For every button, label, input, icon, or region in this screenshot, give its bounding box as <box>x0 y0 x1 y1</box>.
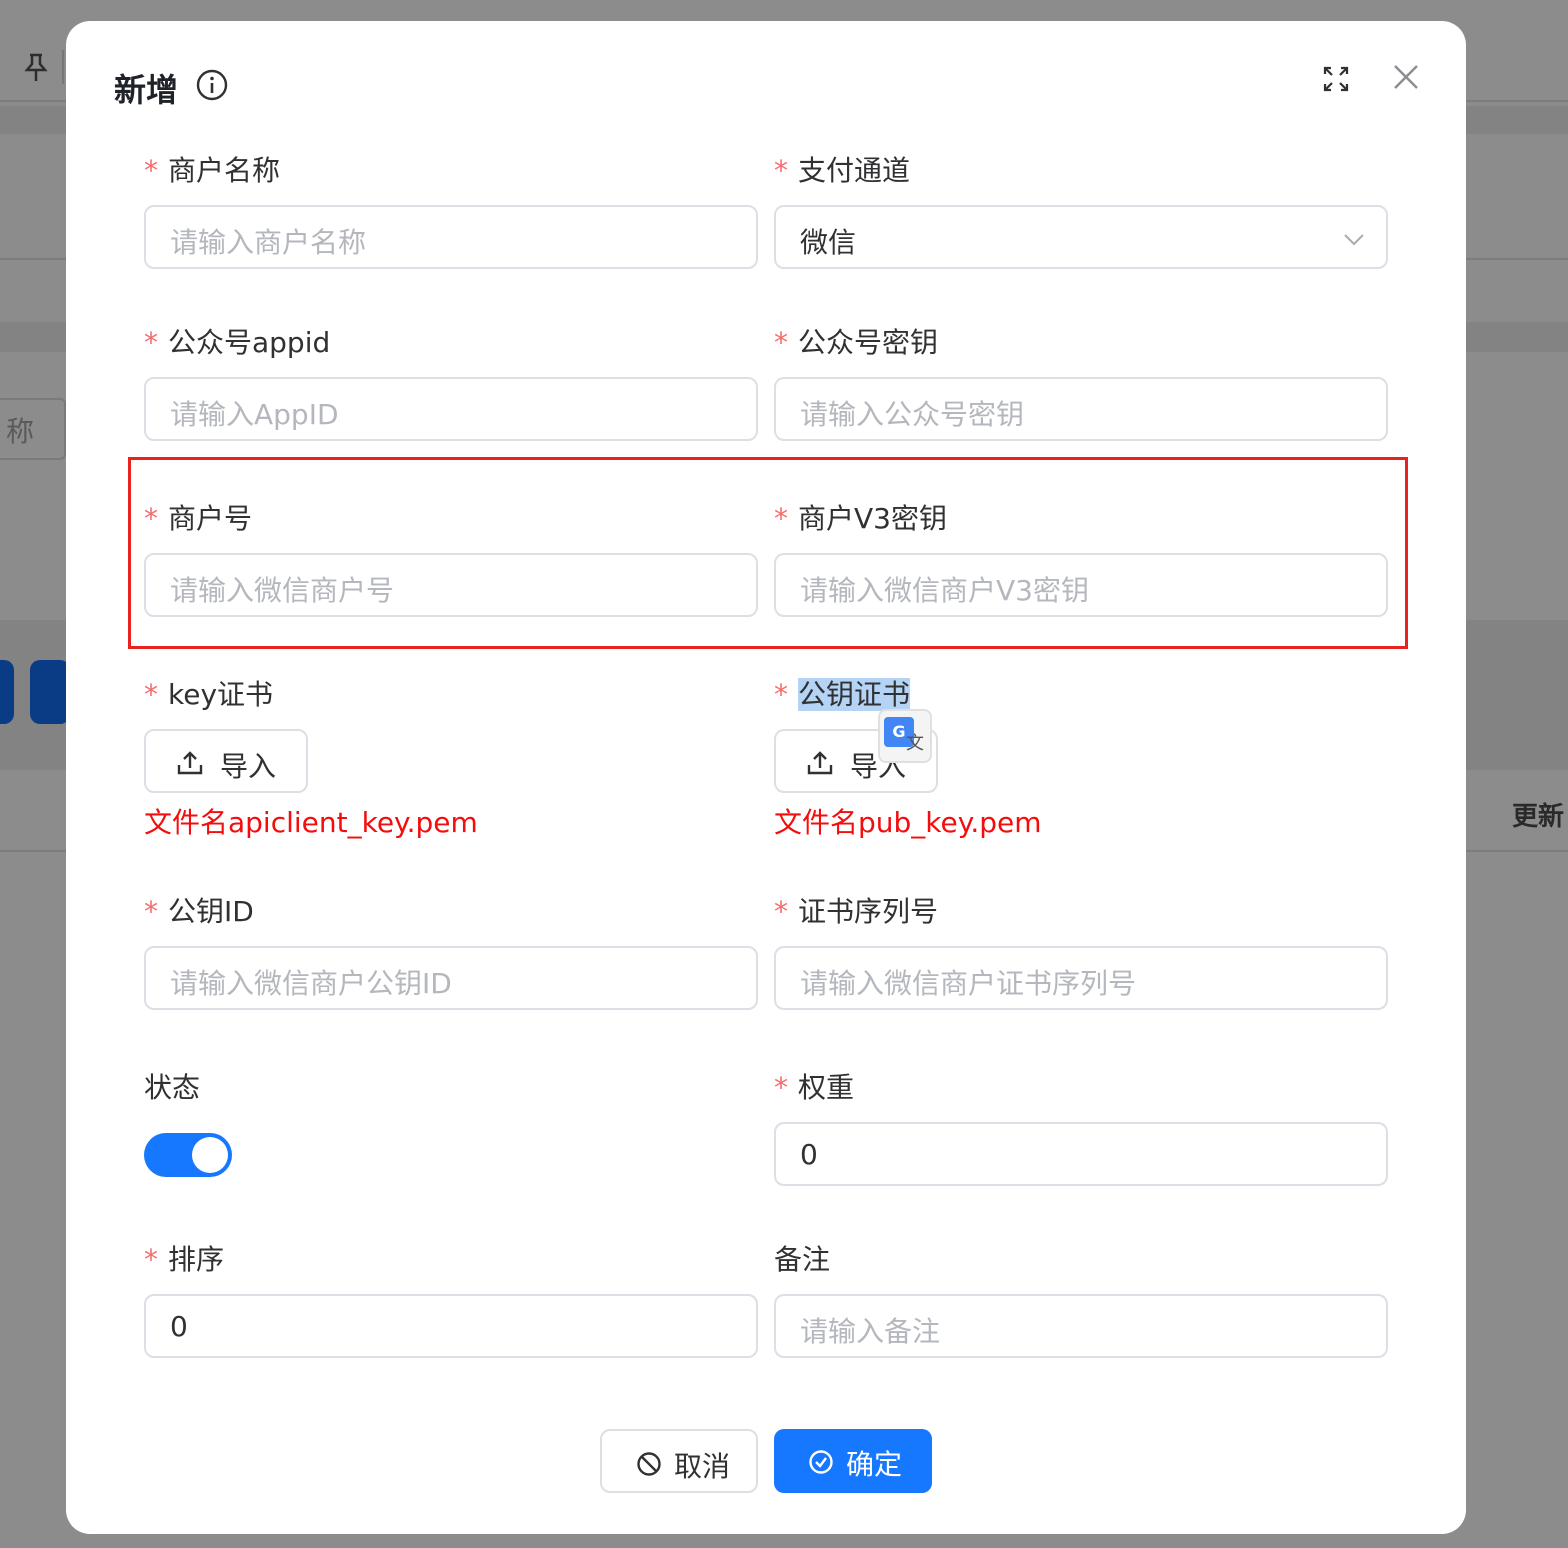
appid-placeholder: 请输入AppID <box>170 398 339 431</box>
key-cert-import-button[interactable]: 导入 <box>144 729 308 793</box>
bg-separator <box>62 50 64 84</box>
sort-label: * 排序 <box>144 1243 225 1276</box>
app-secret-placeholder: 请输入公众号密钥 <box>800 398 1025 431</box>
app-secret-input[interactable]: 请输入公众号密钥 <box>774 377 1388 441</box>
required-mark: * <box>774 895 788 928</box>
selected-text: 公钥证书 <box>798 678 911 711</box>
pay-channel-label: * 支付通道 <box>774 154 911 187</box>
required-mark: * <box>774 502 788 535</box>
pay-channel-select[interactable]: 微信 <box>774 205 1388 269</box>
dialog-title: 新增 <box>114 71 179 109</box>
weight-value: 0 <box>800 1138 818 1171</box>
merchant-no-input[interactable]: 请输入微信商户号 <box>144 553 758 617</box>
v3-key-label: * 商户V3密钥 <box>774 502 947 535</box>
merchant-name-input[interactable]: 请输入商户名称 <box>144 205 758 269</box>
upload-icon <box>177 751 203 775</box>
required-mark: * <box>144 502 158 535</box>
sort-value: 0 <box>170 1310 188 1343</box>
bg-column-header: 更新 <box>1512 802 1565 832</box>
confirm-button[interactable]: 确定 <box>774 1429 932 1493</box>
appid-input[interactable]: 请输入AppID <box>144 377 758 441</box>
bg-button[interactable] <box>30 660 70 724</box>
import-label: 导入 <box>220 750 277 783</box>
chevron-down-icon <box>1344 234 1364 246</box>
toggle-knob <box>192 1137 228 1173</box>
remark-input[interactable]: 请输入备注 <box>774 1294 1388 1358</box>
info-icon[interactable] <box>196 69 228 101</box>
check-circle-icon <box>809 1450 833 1474</box>
google-translate-popup[interactable]: G 文 <box>878 709 932 763</box>
upload-icon <box>807 751 833 775</box>
key-cert-hint: 文件名apiclient_key.pem <box>144 806 478 839</box>
cert-serial-label: * 证书序列号 <box>774 895 939 928</box>
cert-serial-placeholder: 请输入微信商户证书序列号 <box>800 967 1137 1000</box>
required-mark: * <box>144 895 158 928</box>
bg-button[interactable] <box>0 660 14 724</box>
status-toggle[interactable] <box>144 1133 232 1177</box>
required-mark: * <box>144 1243 158 1276</box>
remark-label: 备注 <box>774 1243 831 1276</box>
cancel-label: 取消 <box>674 1450 731 1483</box>
cert-serial-input[interactable]: 请输入微信商户证书序列号 <box>774 946 1388 1010</box>
fullscreen-icon[interactable] <box>1322 65 1350 93</box>
pin-icon[interactable] <box>22 52 50 84</box>
add-dialog: 新增 * 商户名称 请输入商户名称 * 支付通道 微信 * 公众号appid 请输入A… <box>66 21 1466 1534</box>
pay-channel-value: 微信 <box>800 226 857 259</box>
pub-key-id-label: * 公钥ID <box>144 895 254 928</box>
app-secret-label: * 公众号密钥 <box>774 326 939 359</box>
sort-input[interactable]: 0 <box>144 1294 758 1358</box>
confirm-label: 确定 <box>846 1448 903 1481</box>
required-mark: * <box>144 154 158 187</box>
required-mark: * <box>774 154 788 187</box>
merchant-name-placeholder: 请输入商户名称 <box>170 226 367 259</box>
key-cert-label: * key证书 <box>144 678 274 711</box>
required-mark: * <box>774 1071 788 1104</box>
v3-key-placeholder: 请输入微信商户V3密钥 <box>800 574 1089 607</box>
remark-placeholder: 请输入备注 <box>800 1315 941 1348</box>
pub-cert-label: * 公钥证书 <box>774 673 911 713</box>
required-mark: * <box>774 326 788 359</box>
v3-key-input[interactable]: 请输入微信商户V3密钥 <box>774 553 1388 617</box>
merchant-name-label: * 商户名称 <box>144 154 281 187</box>
close-icon[interactable] <box>1392 63 1420 91</box>
required-mark: * <box>774 678 788 711</box>
merchant-no-label: * 商户号 <box>144 502 253 535</box>
pub-cert-hint: 文件名pub_key.pem <box>774 806 1042 839</box>
required-mark: * <box>144 678 158 711</box>
ban-icon <box>637 1452 661 1476</box>
bg-search-input-text: 称 <box>6 415 35 448</box>
translate-char: 文 <box>906 733 924 754</box>
merchant-no-placeholder: 请输入微信商户号 <box>170 574 395 607</box>
status-label: 状态 <box>144 1071 201 1104</box>
appid-label: * 公众号appid <box>144 326 331 359</box>
required-mark: * <box>144 326 158 359</box>
pub-key-id-placeholder: 请输入微信商户公钥ID <box>170 967 452 1000</box>
weight-label: * 权重 <box>774 1071 855 1104</box>
weight-input[interactable]: 0 <box>774 1122 1388 1186</box>
cancel-button[interactable]: 取消 <box>600 1429 758 1493</box>
pub-key-id-input[interactable]: 请输入微信商户公钥ID <box>144 946 758 1010</box>
